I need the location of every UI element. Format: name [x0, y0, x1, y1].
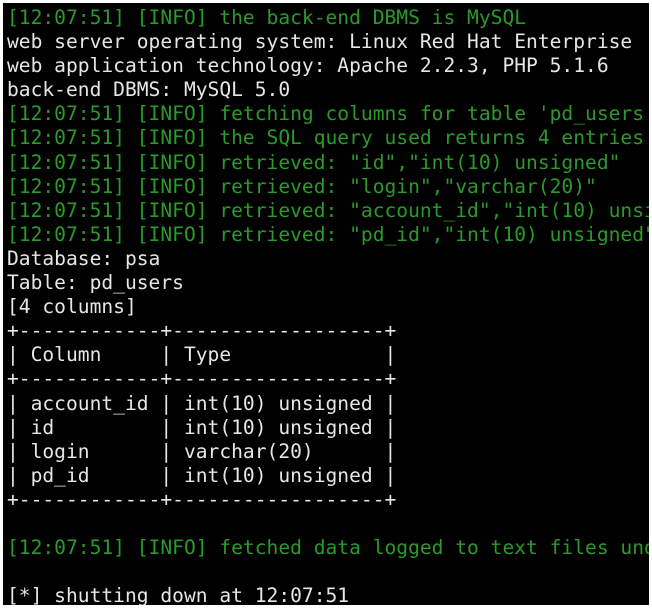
log-line-retrieved-login: [12:07:51] [INFO] retrieved: "login","va…: [7, 174, 597, 198]
log-line-retrieved-account-id: [12:07:51] [INFO] retrieved: "account_id…: [7, 198, 649, 222]
table-header-row: | Column | Type |: [7, 343, 397, 367]
log-line-retrieved-pd-id: [12:07:51] [INFO] retrieved: "pd_id","in…: [7, 222, 649, 246]
output-back-end-dbms: back-end DBMS: MySQL 5.0: [7, 78, 291, 102]
table-row: | pd_id | int(10) unsigned |: [7, 463, 397, 487]
output-column-count: [4 columns]: [7, 295, 137, 319]
table-row: | account_id | int(10) unsigned |: [7, 391, 397, 415]
log-line-fetching-columns: [12:07:51] [INFO] fetching columns for t…: [7, 102, 649, 126]
log-line-data-logged: [12:07:51] [INFO] fetched data logged to…: [7, 536, 649, 560]
table-row: | id | int(10) unsigned |: [7, 415, 397, 439]
output-web-server-os: web server operating system: Linux Red H…: [7, 30, 633, 54]
output-database-name: Database: psa: [7, 246, 161, 270]
output-shutting-down: [*] shutting down at 12:07:51: [7, 584, 350, 605]
log-line-retrieved-id: [12:07:51] [INFO] retrieved: "id","int(1…: [7, 150, 621, 174]
output-table-name: Table: pd_users: [7, 271, 184, 295]
output-web-app-technology: web application technology: Apache 2.2.3…: [7, 54, 609, 78]
table-row: | login | varchar(20) |: [7, 439, 397, 463]
table-border-top: +------------+------------------+: [7, 319, 397, 343]
log-line-dbms-detected: [12:07:51] [INFO] the back-end DBMS is M…: [7, 6, 527, 29]
terminal-window: [12:07:51] [INFO] the back-end DBMS is M…: [3, 3, 649, 605]
table-border-header: +------------+------------------+: [7, 367, 397, 391]
table-border-bottom: +------------+------------------+: [7, 487, 397, 511]
log-line-query-entries: [12:07:51] [INFO] the SQL query used ret…: [7, 126, 645, 150]
